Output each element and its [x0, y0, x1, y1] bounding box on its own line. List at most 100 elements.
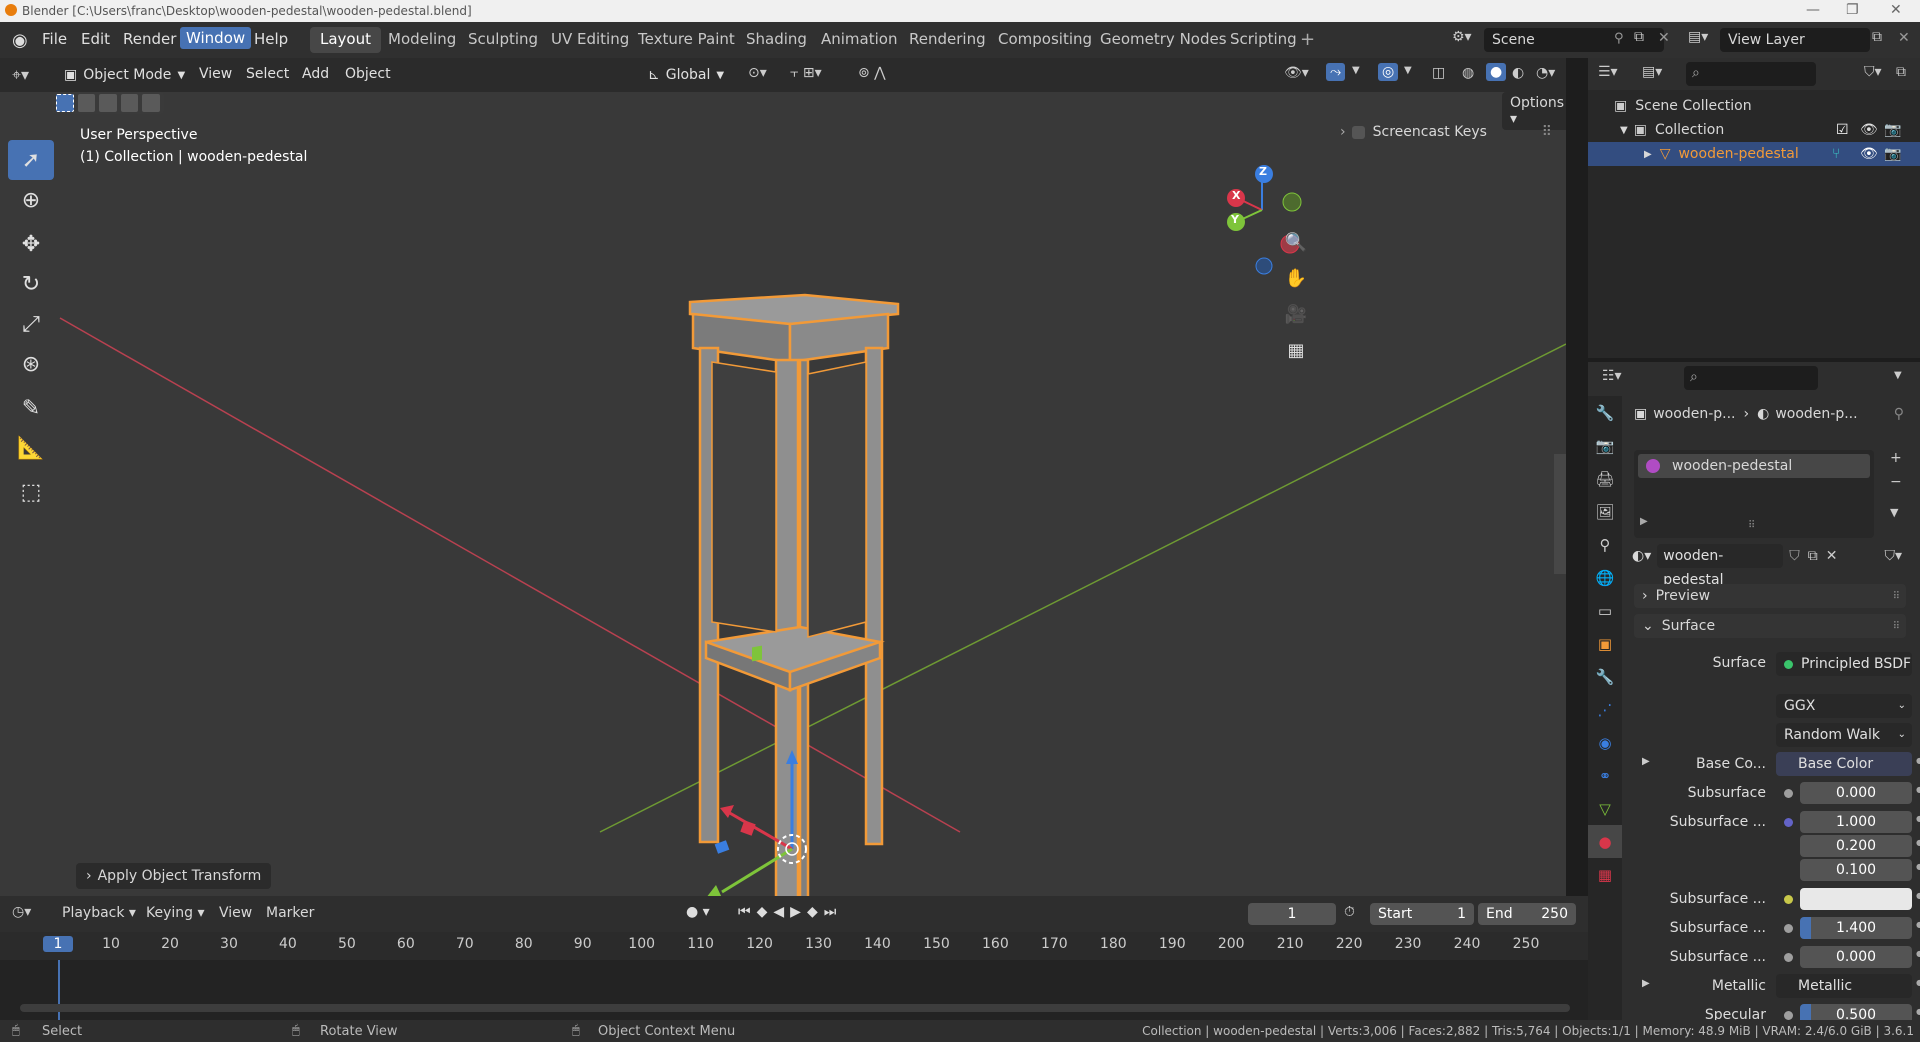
- drag-handle-icon[interactable]: ⠿: [1893, 591, 1900, 602]
- tab-rendering[interactable]: Rendering: [899, 27, 996, 53]
- chevron-down-icon[interactable]: ▼: [1404, 65, 1412, 76]
- fake-user-icon[interactable]: ⛉: [1789, 548, 1800, 564]
- display-mode-icon[interactable]: ▤▾: [1642, 64, 1662, 80]
- drag-handle-icon[interactable]: ⠿: [1542, 124, 1552, 140]
- output-tab-icon[interactable]: 🖨: [1588, 462, 1622, 495]
- texture-tab-icon[interactable]: ▦: [1588, 858, 1622, 891]
- unlink-material-icon[interactable]: ✕: [1826, 548, 1838, 564]
- material-slot-item[interactable]: wooden-pedestal: [1638, 454, 1870, 478]
- shader-input-row[interactable]: Subsurface ... ●: [1634, 887, 1920, 911]
- wireframe-shading-icon[interactable]: ◍: [1462, 65, 1474, 81]
- new-collection-icon[interactable]: ⧉: [1896, 64, 1906, 80]
- tab-animation[interactable]: Animation: [811, 27, 907, 53]
- sidetab-tool[interactable]: Tool: [1554, 176, 1566, 224]
- add-workspace-icon[interactable]: +: [1300, 29, 1315, 50]
- pivot-point-icon[interactable]: ⊙▾: [748, 65, 767, 81]
- last-operator-panel[interactable]: › Apply Object Transform: [76, 863, 272, 889]
- annotate-tool-icon[interactable]: ✎: [8, 388, 54, 428]
- socket-icon[interactable]: [1784, 1011, 1793, 1020]
- properties-editor-icon[interactable]: ☷▾: [1602, 368, 1622, 384]
- view-layer-tab-icon[interactable]: 🖼: [1588, 495, 1622, 528]
- tool-tab-icon[interactable]: 🔧: [1588, 396, 1622, 429]
- menu-file[interactable]: File: [42, 30, 67, 48]
- render-tab-icon[interactable]: 📷: [1588, 429, 1622, 462]
- end-frame-field[interactable]: End 250: [1478, 903, 1576, 925]
- cursor-tool-icon[interactable]: ⊕: [8, 180, 54, 220]
- keyframe-dot-icon[interactable]: ●: [1916, 785, 1920, 794]
- overlays-toggle-icon[interactable]: ◎: [1378, 63, 1399, 81]
- eye-icon[interactable]: 👁: [1860, 122, 1878, 138]
- scene-tab-icon[interactable]: ⚲: [1588, 528, 1622, 561]
- play-reverse-icon[interactable]: ◀: [773, 904, 790, 920]
- shader-input-row[interactable]: ▶ Metallic Metallic ●: [1634, 974, 1920, 998]
- pin-icon[interactable]: ⚲: [1894, 406, 1904, 422]
- shader-input-row[interactable]: Subsurface ... 1.000 ●: [1634, 810, 1920, 834]
- particles-tab-icon[interactable]: ⋰: [1588, 693, 1622, 726]
- gizmo-toggle-icon[interactable]: ⤳: [1326, 63, 1346, 81]
- camera-icon[interactable]: 📷: [1884, 122, 1901, 138]
- transform-orientation-dropdown[interactable]: ⊾ Global ▼: [648, 64, 724, 86]
- start-frame-field[interactable]: Start 1: [1370, 903, 1474, 925]
- material-tab-icon[interactable]: ●: [1588, 825, 1622, 858]
- menu-help[interactable]: Help: [254, 30, 288, 48]
- measure-tool-icon[interactable]: 📐: [8, 428, 54, 468]
- view-layer-selector[interactable]: View Layer: [1720, 28, 1870, 52]
- menu-render[interactable]: Render: [123, 30, 176, 48]
- sidetab-item[interactable]: Item: [1554, 120, 1566, 168]
- screencast-checkbox[interactable]: [1351, 125, 1365, 139]
- timeline-scrollbar[interactable]: [20, 1004, 1570, 1012]
- expand-icon[interactable]: ▶: [1642, 978, 1650, 989]
- move-tool-icon[interactable]: ✥: [8, 224, 54, 264]
- snap-icon[interactable]: ⫟ ⊞▾: [790, 65, 822, 81]
- jump-end-icon[interactable]: ⏭: [824, 904, 843, 920]
- filter-icon[interactable]: ⛉▾: [1864, 64, 1882, 80]
- chevron-down-icon[interactable]: ▼: [1352, 65, 1360, 76]
- current-frame-marker[interactable]: 1: [43, 936, 73, 952]
- tab-modeling[interactable]: Modeling: [378, 27, 466, 53]
- ortho-grid-icon[interactable]: ▦: [1280, 334, 1312, 366]
- transform-tool-icon[interactable]: ⊛: [8, 344, 54, 384]
- 3d-viewport[interactable]: ⌖▾ ▣ Object Mode ▼ View Select Add Objec…: [0, 58, 1566, 896]
- menu-timeline-view[interactable]: View: [219, 905, 252, 921]
- prev-keyframe-icon[interactable]: ◆: [757, 904, 774, 920]
- play-icon[interactable]: ▶: [790, 904, 807, 920]
- new-scene-icon[interactable]: ⧉: [1634, 29, 1644, 45]
- zoom-icon[interactable]: 🔍: [1280, 226, 1312, 258]
- tab-texture-paint[interactable]: Texture Paint: [628, 27, 745, 53]
- number-field[interactable]: 1.000: [1800, 811, 1912, 833]
- tab-compositing[interactable]: Compositing: [988, 27, 1102, 53]
- current-frame-field[interactable]: 1: [1248, 903, 1336, 925]
- keyframe-dot-icon[interactable]: ●: [1916, 814, 1920, 823]
- frame-ruler[interactable]: 1 10 20 30 40 50 60 70 80 90 100 110 120 130 140 150 160…: [0, 932, 1588, 960]
- shader-link-field[interactable]: Base Color: [1776, 752, 1912, 776]
- menu-keying[interactable]: Keying ▾: [146, 905, 205, 921]
- shader-input-row[interactable]: Subsurface ... 1.400 ●: [1634, 916, 1920, 940]
- sidetab-screencast-keys[interactable]: Screencast Keys: [1554, 454, 1566, 574]
- sidetab-tissue[interactable]: Tissue: [1554, 392, 1566, 448]
- constraint-tab-icon[interactable]: ⚭: [1588, 759, 1622, 792]
- expand-icon[interactable]: ▶: [1640, 516, 1648, 527]
- keyframe-dot-icon[interactable]: ●: [1916, 891, 1920, 900]
- surface-shader-field[interactable]: Principled BSDF: [1776, 652, 1912, 676]
- expand-icon[interactable]: ▶: [1642, 756, 1650, 767]
- eye-icon[interactable]: 👁: [1860, 146, 1878, 162]
- shader-link-field[interactable]: Metallic: [1776, 974, 1912, 998]
- mode-dropdown[interactable]: ▣ Object Mode ▼: [58, 64, 191, 86]
- new-view-layer-icon[interactable]: ⧉: [1872, 29, 1882, 45]
- jump-start-icon[interactable]: ⏮: [738, 904, 757, 920]
- minimize-icon[interactable]: —: [1806, 2, 1820, 18]
- distribution-dropdown[interactable]: GGX ⌄: [1776, 694, 1912, 718]
- remove-slot-icon[interactable]: −: [1890, 474, 1902, 490]
- outliner-row-scene-collection[interactable]: ▣ Scene Collection: [1614, 94, 1914, 118]
- socket-icon[interactable]: [1784, 924, 1793, 933]
- timeline-tracks[interactable]: [0, 960, 1588, 1020]
- next-keyframe-icon[interactable]: ◆: [807, 904, 824, 920]
- material-name-field[interactable]: wooden-pedestal: [1657, 544, 1784, 588]
- shader-input-row[interactable]: Subsurface 0.000 ●: [1634, 781, 1920, 805]
- material-shading-icon[interactable]: ◐: [1512, 65, 1524, 81]
- camera-icon[interactable]: 📷: [1884, 146, 1901, 162]
- menu-marker[interactable]: Marker: [266, 905, 314, 921]
- tab-sculpting[interactable]: Sculpting: [458, 27, 548, 53]
- expand-icon[interactable]: ▼: [1620, 125, 1628, 136]
- pin-icon[interactable]: ⚲: [1614, 31, 1624, 46]
